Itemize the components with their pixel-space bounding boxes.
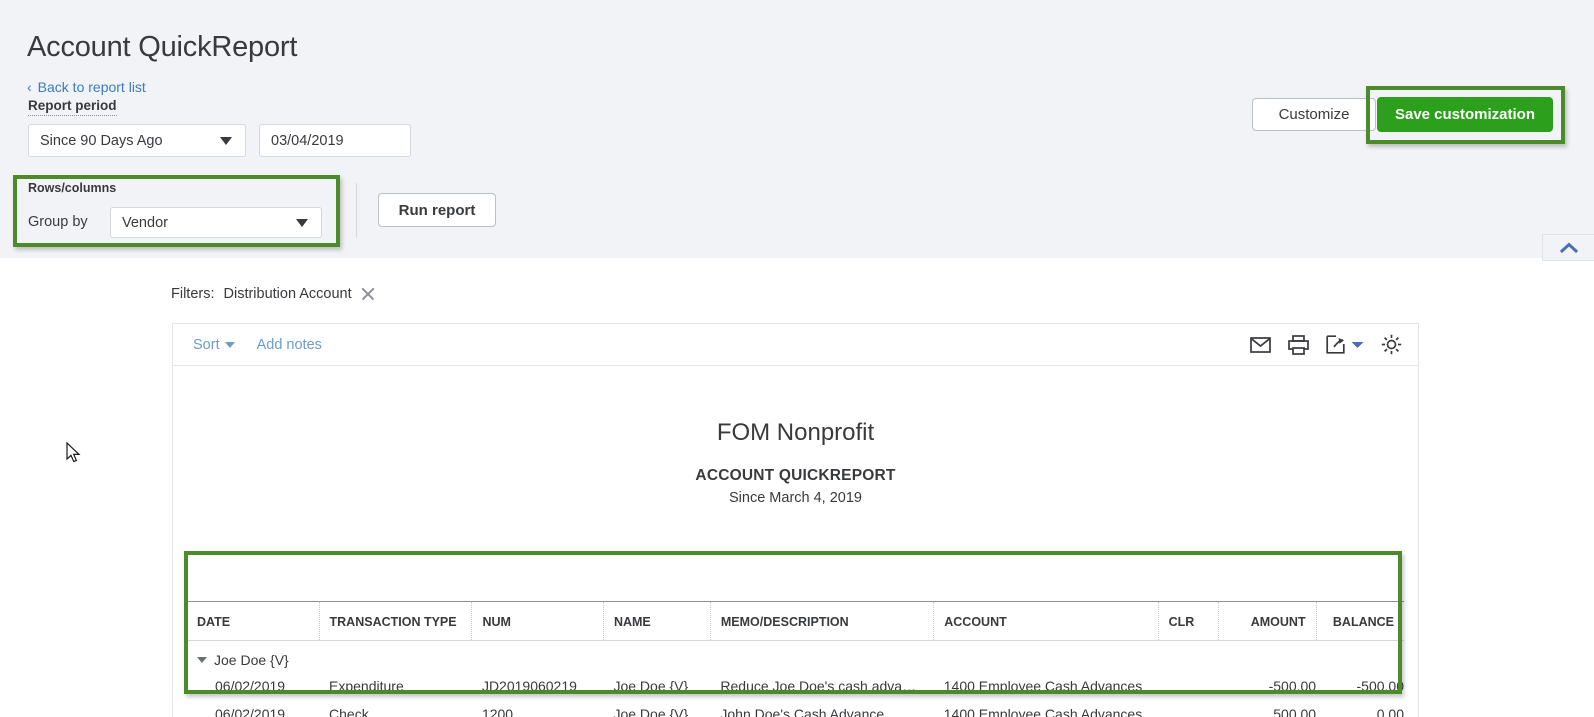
report-period-select-value: Since 90 Days Ago [40,132,163,149]
filter-chip-distribution-account: Distribution Account [224,286,376,302]
chevron-left-icon: ‹ [27,79,32,95]
filters-label: Filters: [171,286,215,302]
export-icon[interactable] [1326,335,1345,354]
app-root: Account QuickReport ‹ Back to report lis… [0,0,1594,717]
sort-menu-button[interactable]: Sort [193,337,235,353]
report-company-name: FOM Nonprofit [716,419,875,446]
vertical-divider [356,183,357,238]
cell-date: 06/02/2019 [215,706,286,717]
report-period-label: Report period [28,98,117,116]
sort-label: Sort [193,336,220,353]
run-report-button[interactable]: Run report [378,193,496,227]
cell-transaction-type: Check [329,706,369,717]
highlight-box-report-table [184,551,1402,694]
customize-button[interactable]: Customize [1252,98,1376,131]
print-icon[interactable] [1288,334,1309,355]
add-notes-button[interactable]: Add notes [257,337,322,353]
cell-clr [1158,700,1218,717]
cell-amount: 500.00 [1273,706,1317,717]
gear-icon[interactable] [1381,334,1402,355]
chevron-down-icon [220,136,232,145]
page-title: Account QuickReport [27,31,298,63]
report-date-range: Since March 4, 2019 [729,490,862,506]
cell-balance: 0.00 [1376,706,1404,717]
report-date-value: 03/04/2019 [271,132,344,149]
report-body: FOM Nonprofit ACCOUNT QUICKREPORT Since … [173,419,1418,717]
back-to-report-list-link[interactable]: ‹ Back to report list [27,79,146,95]
close-icon[interactable] [360,286,376,302]
export-dropdown-caret[interactable] [1351,341,1364,349]
report-title: ACCOUNT QUICKREPORT [695,467,896,484]
cell-memo: John Doe's Cash Advance [720,706,885,717]
chevron-down-icon [224,341,235,348]
cell-num: 1200 [481,706,514,717]
report-toolbar: Sort Add notes [173,324,1418,366]
mouse-cursor [66,441,82,469]
report-date-input[interactable]: 03/04/2019 [259,124,411,157]
highlight-box-rows-columns [13,175,340,247]
back-to-report-list-label: Back to report list [37,79,146,95]
collapse-header-button[interactable] [1542,234,1594,261]
highlight-box-save-customization [1366,86,1565,144]
table-row[interactable]: 06/02/2019 Check 1200 Joe Doe {V} John D… [187,700,1404,717]
filter-chip-label: Distribution Account [223,286,352,302]
email-icon[interactable] [1250,336,1271,353]
report-period-select[interactable]: Since 90 Days Ago [28,124,246,157]
cell-name: Joe Doe {V} [613,706,689,717]
chevron-up-icon [1559,242,1578,253]
cell-account: 1400 Employee Cash Advances [943,706,1143,717]
filters-row: Filters: Distribution Account [171,286,376,302]
